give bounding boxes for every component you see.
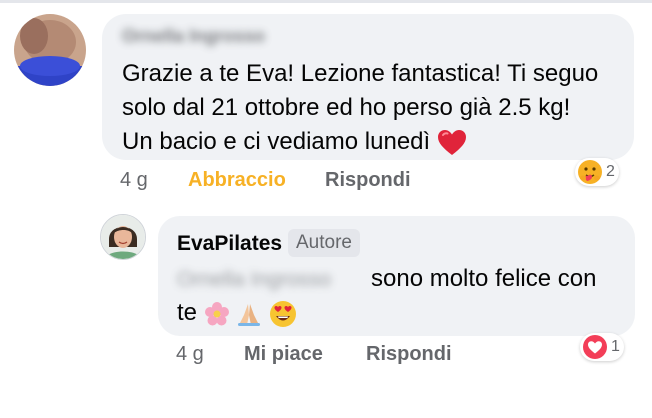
comment-text-line: Un bacio e ci vediamo lunedì <box>122 125 627 159</box>
reply-reaction-badge[interactable]: 1 <box>580 333 624 361</box>
reply-button[interactable]: Rispondi <box>325 169 411 192</box>
reaction-button[interactable]: Abbraccio <box>188 169 286 192</box>
reply-reaction-count: 1 <box>611 338 620 355</box>
comment-time[interactable]: 4 g <box>120 169 148 192</box>
commenter-avatar[interactable] <box>14 14 86 86</box>
top-divider <box>0 0 652 3</box>
comment-author-name[interactable]: Ornella Ingrosso <box>122 26 265 47</box>
folded-hands-icon <box>238 303 261 326</box>
reply-mention[interactable]: Ornella Ingrosso <box>177 268 331 292</box>
reply-time[interactable]: 4 g <box>176 343 204 366</box>
reply-bubble: EvaPilates Autore Ornella Ingrosso sono … <box>158 216 635 336</box>
cherry-blossom-icon <box>204 301 229 326</box>
heart-eyes-icon <box>270 300 297 327</box>
like-button[interactable]: Mi piace <box>244 343 323 366</box>
red-heart-icon <box>437 129 466 155</box>
reply-actions: 4 g Mi piace Rispondi <box>176 343 496 367</box>
comment-text-line: solo dal 21 ottobre ed ho perso già 2.5 … <box>122 94 571 121</box>
reply-text-line-2: te <box>177 296 297 330</box>
love-reaction-icon <box>583 335 607 359</box>
comment-text: Grazie a te Eva! Lezione fantastica! Ti … <box>122 57 627 159</box>
author-badge: Autore <box>288 229 360 257</box>
reply-text-line: sono molto felice con <box>371 265 597 292</box>
care-reaction-icon <box>578 160 602 184</box>
reply-reply-button[interactable]: Rispondi <box>366 343 452 366</box>
comment-actions: 4 g Abbraccio Rispondi <box>120 169 440 193</box>
comment-text-line: Grazie a te Eva! Lezione fantastica! Ti … <box>122 60 599 87</box>
comment-reaction-badge[interactable]: 2 <box>575 158 619 186</box>
reply-author-avatar[interactable] <box>100 214 146 260</box>
comment-bubble: Ornella Ingrosso Grazie a te Eva! Lezion… <box>102 14 634 160</box>
comment-reaction-count: 2 <box>606 163 615 180</box>
reply-author-name[interactable]: EvaPilates <box>177 232 282 256</box>
